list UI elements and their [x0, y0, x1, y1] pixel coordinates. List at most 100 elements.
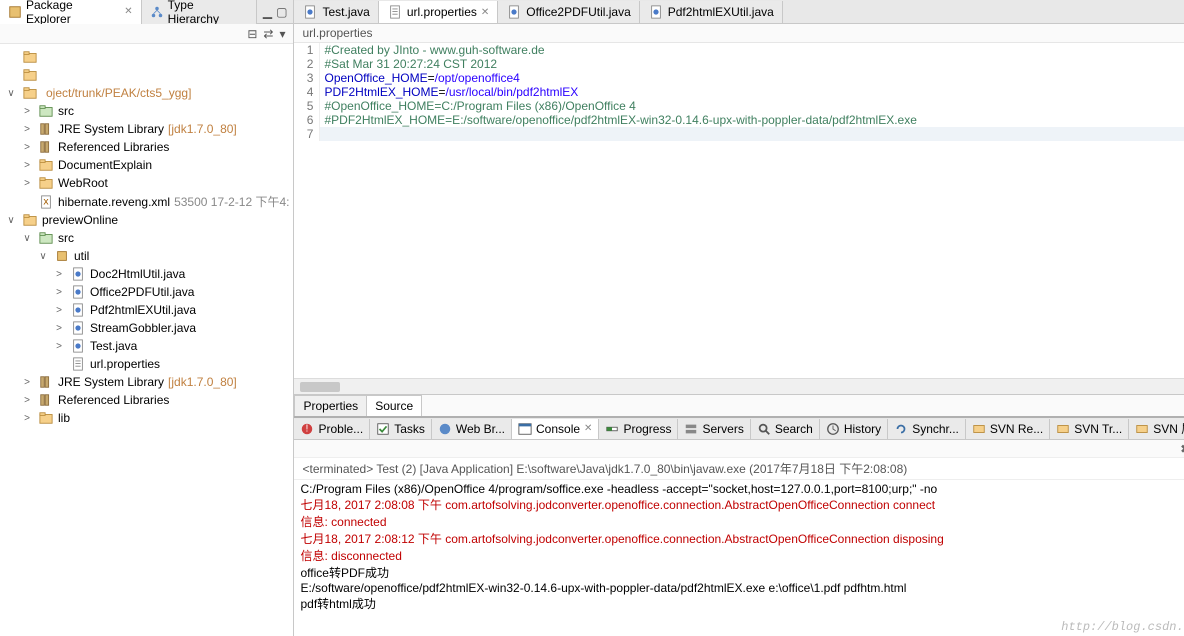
srcf-icon [38, 103, 54, 119]
view-tab-webbr[interactable]: Web Br... [432, 419, 512, 439]
twisty-icon[interactable]: > [20, 178, 34, 189]
tree-node[interactable]: >Doc2HtmlUtil.java [0, 265, 293, 283]
tree-node[interactable]: >StreamGobbler.java [0, 319, 293, 337]
minimize-icon[interactable]: ▁ [263, 5, 272, 19]
twisty-icon[interactable]: > [20, 413, 34, 424]
tree-node[interactable]: > Pdf2htmlEXUtil.java [0, 301, 293, 319]
tree-node[interactable]: ∨util [0, 247, 293, 265]
line-content[interactable]: #Sat Mar 31 20:27:24 CST 2012 [320, 57, 497, 71]
line-content[interactable]: PDF2HtmlEX_HOME=/usr/local/bin/pdf2htmlE… [320, 85, 578, 99]
maximize-icon[interactable]: ▢ [276, 5, 287, 19]
tab-properties[interactable]: Properties [294, 395, 367, 416]
console-output[interactable]: http://blog.csdn.net/baid C:/Program Fil… [294, 480, 1184, 636]
line-content[interactable] [320, 127, 324, 141]
view-tab-svn[interactable]: SVN 属... [1129, 418, 1184, 440]
view-tab-label: Tasks [394, 422, 425, 436]
tree-node[interactable]: ∨previewOnline [0, 211, 293, 229]
progress-icon [605, 422, 619, 436]
editor-tab-label: Test.java [322, 5, 369, 19]
tree-node[interactable]: >lib [0, 409, 293, 427]
editor-line[interactable]: 4PDF2HtmlEX_HOME=/usr/local/bin/pdf2html… [294, 85, 1184, 99]
twisty-icon[interactable]: > [52, 269, 66, 280]
editor-tab[interactable]: url.properties✕ [379, 1, 498, 23]
twisty-icon[interactable]: > [20, 124, 34, 135]
editor-line[interactable]: 7 [294, 127, 1184, 141]
view-tab-tasks[interactable]: Tasks [370, 419, 432, 439]
view-tab-synchr[interactable]: Synchr... [888, 419, 966, 439]
view-menu-icon[interactable]: ▾ [279, 27, 285, 41]
line-number: 6 [294, 113, 320, 127]
project-tree[interactable]: ∨ oject/trunk/PEAK/cts5_ygg]>src>JRE Sys… [0, 44, 293, 636]
tree-node[interactable]: > DocumentExplain [0, 156, 293, 174]
view-tab-servers[interactable]: Servers [678, 419, 750, 439]
close-icon[interactable]: ✕ [584, 423, 592, 434]
text-editor[interactable]: 1#Created by JInto - www.guh-software.de… [294, 43, 1184, 416]
twisty-icon[interactable]: > [20, 142, 34, 153]
twisty-icon[interactable]: > [52, 287, 66, 298]
collapse-all-icon[interactable]: ⊟ [247, 27, 257, 41]
tree-node-label: Pdf2htmlEXUtil.java [90, 303, 196, 317]
editor-line[interactable]: 5#OpenOffice_HOME=C:/Program Files (x86)… [294, 99, 1184, 113]
editor-line[interactable]: 6#PDF2HtmlEX_HOME=E:/software/openoffice… [294, 113, 1184, 127]
view-tab-search[interactable]: Search [751, 419, 820, 439]
lib-icon [38, 121, 54, 137]
tree-node[interactable]: ∨ oject/trunk/PEAK/cts5_ygg] [0, 84, 293, 102]
tab-source[interactable]: Source [366, 395, 422, 416]
editor-line[interactable]: 2#Sat Mar 31 20:27:24 CST 2012 [294, 57, 1184, 71]
close-icon[interactable]: ✕ [481, 7, 489, 18]
proj-icon [22, 49, 38, 65]
view-tab-progress[interactable]: Progress [599, 419, 678, 439]
tree-node[interactable]: >Referenced Libraries [0, 138, 293, 156]
twisty-icon[interactable]: > [52, 323, 66, 334]
twisty-icon[interactable]: > [20, 106, 34, 117]
view-tab-svnre[interactable]: SVN Re... [966, 419, 1050, 439]
tree-node-decoration: oject/trunk/PEAK/cts5_ygg] [46, 86, 191, 100]
tree-node[interactable]: >Test.java [0, 337, 293, 355]
pkgexpl-icon [8, 5, 22, 19]
line-content[interactable]: OpenOffice_HOME=/opt/openoffice4 [320, 71, 519, 85]
twisty-icon[interactable]: ∨ [4, 215, 18, 226]
twisty-icon[interactable]: > [52, 305, 66, 316]
editor-line[interactable]: 3OpenOffice_HOME=/opt/openoffice4 [294, 71, 1184, 85]
view-tab-svntr[interactable]: SVN Tr... [1050, 419, 1129, 439]
tree-node[interactable]: >Office2PDFUtil.java [0, 283, 293, 301]
remove-launch-icon[interactable]: ✖ [1180, 442, 1184, 456]
line-content[interactable]: #PDF2HtmlEX_HOME=E:/software/openoffice/… [320, 113, 916, 127]
tree-node[interactable] [0, 66, 293, 84]
twisty-icon[interactable]: ∨ [4, 88, 18, 99]
twisty-icon[interactable]: ∨ [36, 251, 50, 262]
tree-node[interactable]: >WebRoot [0, 174, 293, 192]
line-number: 1 [294, 43, 320, 57]
twisty-icon[interactable]: > [20, 160, 34, 171]
tree-node[interactable]: url.properties [0, 355, 293, 373]
tree-node[interactable]: >JRE System Library [jdk1.7.0_80] [0, 373, 293, 391]
java-icon [70, 284, 86, 300]
twisty-icon[interactable]: > [52, 341, 66, 352]
line-content[interactable]: #Created by JInto - www.guh-software.de [320, 43, 544, 57]
tree-node-label: DocumentExplain [58, 158, 152, 172]
tree-node[interactable]: >Referenced Libraries [0, 391, 293, 409]
tree-node[interactable]: xhibernate.reveng.xml 53500 17-2-12 下午4: [0, 192, 293, 211]
tree-node[interactable]: >src [0, 102, 293, 120]
twisty-icon[interactable]: ∨ [20, 233, 34, 244]
twisty-icon[interactable]: > [20, 377, 34, 388]
line-content[interactable]: #OpenOffice_HOME=C:/Program Files (x86)/… [320, 99, 635, 113]
view-tab-proble[interactable]: !Proble... [294, 419, 370, 439]
scrollbar-thumb[interactable] [300, 382, 340, 392]
views-tabstrip: !Proble... Tasks Web Br...Console✕Progress… [294, 418, 1184, 440]
tree-node[interactable]: >JRE System Library [jdk1.7.0_80] [0, 120, 293, 138]
link-editor-icon[interactable]: ⇄ [263, 27, 273, 41]
editor-line[interactable]: 1#Created by JInto - www.guh-software.de [294, 43, 1184, 57]
view-tab-console[interactable]: Console✕ [512, 419, 599, 439]
editor-horizontal-scrollbar[interactable] [294, 378, 1184, 394]
editor-tab[interactable]: Test.java [294, 1, 378, 23]
editor-tab[interactable]: Office2PDFUtil.java [498, 1, 639, 23]
close-icon[interactable]: ✕ [124, 6, 132, 17]
editor-tab[interactable]: Pdf2htmlEXUtil.java [640, 1, 783, 23]
tree-node[interactable]: ∨src [0, 229, 293, 247]
svn-icon [1056, 422, 1070, 436]
twisty-icon[interactable]: > [20, 395, 34, 406]
tree-node[interactable] [0, 48, 293, 66]
view-tab-history[interactable]: History [820, 419, 888, 439]
editor-breadcrumb[interactable]: url.properties [294, 24, 1184, 43]
